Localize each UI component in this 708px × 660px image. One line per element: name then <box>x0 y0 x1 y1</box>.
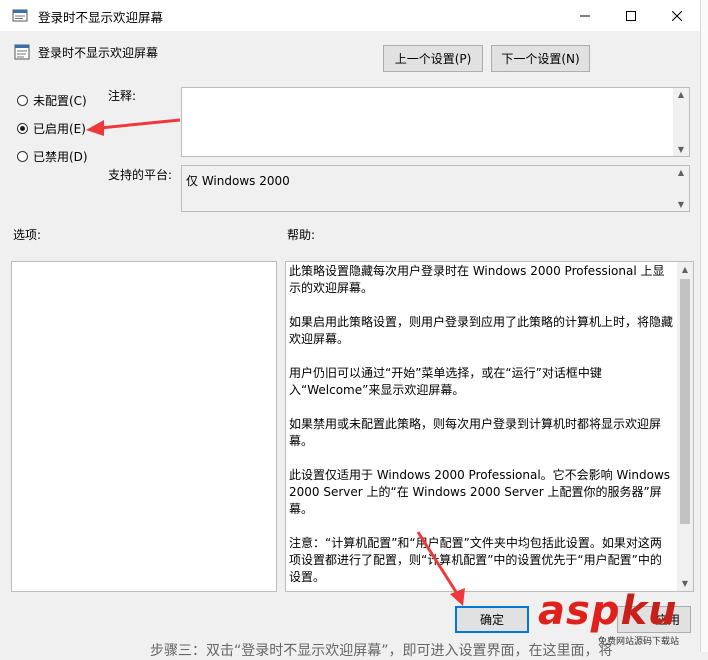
arrow-to-ok <box>416 531 465 606</box>
annotation-arrows <box>86 118 465 606</box>
watermark-logo: aspku <box>538 588 678 634</box>
arrow-to-enabled <box>86 118 181 136</box>
watermark-subtitle: 免费网站源码下载站 <box>598 637 680 647</box>
